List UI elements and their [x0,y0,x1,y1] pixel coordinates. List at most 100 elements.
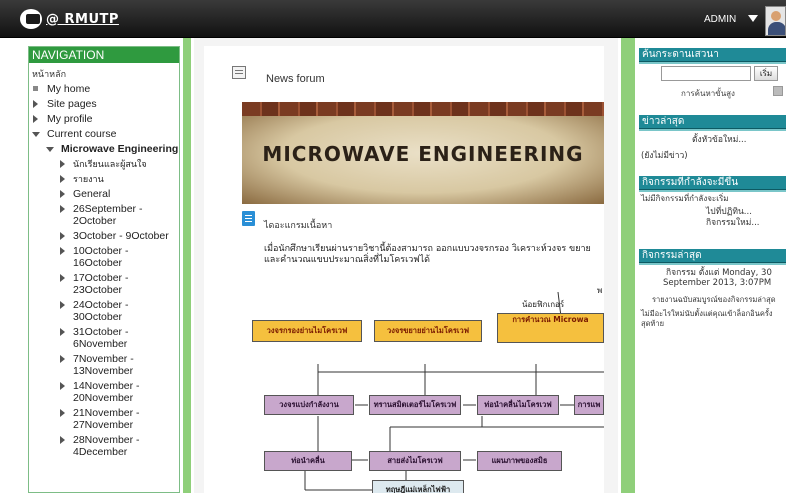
nav-item[interactable]: 26September - 2October [29,203,179,227]
nav-home-link[interactable]: หน้าหลัก [32,67,179,81]
chevron-right-icon [60,190,65,198]
chevron-right-icon [33,115,38,123]
caret-down-icon[interactable] [748,15,758,22]
document-icon [242,211,255,226]
chevron-right-icon [60,355,65,363]
nav-item[interactable]: General [29,188,179,200]
user-menu-label[interactable]: ADMIN [704,14,736,25]
chevron-right-icon [60,409,65,417]
chevron-right-icon [60,160,65,168]
add-topic-link[interactable]: ตั้งหัวข้อใหม่... [692,135,746,146]
nav-item[interactable]: 14November - 20November [29,380,179,404]
chevron-right-icon [60,232,65,240]
nothing-new-line2: สุดท้าย [641,319,664,328]
nav-item-label: 28November - 4December [73,434,140,458]
logo-text: @ RMUTP [46,11,119,27]
new-event-link[interactable]: กิจกรรมใหม่... [706,218,759,229]
chevron-down-icon [32,132,40,137]
diagram-box-calculation: การคำนวณ Microwa [497,313,604,343]
diagram-box-waveguide-mw: ท่อนำคลื่นไมโครเวฟ [477,395,559,415]
bullet-icon [33,86,38,91]
full-report-link[interactable]: รายงานฉบับสมบูรณ์ของกิจกรรมล่าสุด [652,294,776,305]
diagram-box-waveguide: ท่อนำคลื่น [264,451,352,471]
nav-item[interactable]: Microwave Engineering [29,143,179,155]
chevron-right-icon [60,274,65,282]
nav-item-label: 21November - 27November [73,407,140,431]
course-banner: MICROWAVE ENGINEERING [242,102,604,204]
nav-item-label: Site pages [47,98,97,110]
nav-item[interactable]: 28November - 4December [29,434,179,458]
nav-item[interactable]: 24October - 30October [29,299,179,323]
nav-item[interactable]: 17October - 23October [29,272,179,296]
diagram-box-transmitter: ทรานสมิตเตอร์ไมโครเวฟ [369,395,461,415]
course-section: News forum MICROWAVE ENGINEERING ไดอะแกร… [204,46,604,493]
nav-item-label: 3October - 9October [73,230,169,242]
diagram-box-transmission-line: สายส่งไมโครเวฟ [369,451,461,471]
diagram-box-power-divider: วงจรแบ่งกำลังงาน [264,395,354,415]
chevron-right-icon [33,100,38,108]
right-column [639,38,786,493]
search-button[interactable]: เริ่ม [754,66,778,81]
news-forum-link[interactable]: News forum [266,73,325,85]
chevron-right-icon [60,301,65,309]
left-gutter [183,38,191,493]
diagram-box-propagation: การแพ [574,395,604,415]
diagram-label-top: พ [597,286,603,295]
diagram-box-filter: วงจรกรองย่านไมโครเวฟ [252,320,362,342]
chevron-right-icon [60,436,65,444]
diagram-box-amplifier: วงจรขยายย่านไมโครเวฟ [374,320,482,342]
nav-item-label: 14November - 20November [73,380,140,404]
site-logo[interactable]: @ RMUTP [20,9,119,29]
nav-item[interactable]: Site pages [29,98,179,110]
nav-item[interactable]: 10October - 16October [29,245,179,269]
help-icon[interactable] [773,86,783,96]
chevron-right-icon [60,382,65,390]
recent-activity-title: กิจกรรมล่าสุด [639,249,786,265]
nav-item-label: 31October - 6November [73,326,129,350]
main-content: News forum MICROWAVE ENGINEERING ไดอะแกร… [194,38,618,493]
diagram-box-smith-chart: แผนภาพของสมิธ [477,451,562,471]
nav-item[interactable]: รายงาน [29,173,179,185]
forum-icon [232,66,246,79]
nav-item-label: General [73,188,111,200]
nav-item[interactable]: 21November - 27November [29,407,179,431]
banner-title: MICROWAVE ENGINEERING [262,142,584,166]
search-forums-title: ค้นกระดานเสวนา [639,48,786,64]
nav-item-label: รายงาน [73,174,104,184]
top-bar: @ RMUTP ADMIN [0,0,786,38]
no-news-text: (ยังไม่มีข่าว) [641,151,688,161]
nav-item[interactable]: My profile [29,113,179,125]
nav-item[interactable]: Current course [29,128,179,140]
latest-news-title: ข่าวล่าสุด [639,115,786,131]
chevron-right-icon [60,328,65,336]
course-description: เมื่อนักศึกษาเรียนผ่านรายวิชานี้ต้องสามา… [264,244,591,265]
nav-item[interactable]: 3October - 9October [29,230,179,242]
no-upcoming-text: ไม่มีกิจกรรมที่กำลังจะเริ่ม [641,194,729,203]
chevron-right-icon [60,247,65,255]
advanced-search-link[interactable]: การค้นหาขั้นสูง [681,87,735,100]
nav-item-label: Current course [47,128,117,140]
chevron-down-icon [46,147,54,152]
nav-list: My home Site pages My profile Current cours… [29,83,179,458]
nav-item-label: นักเรียนและผู้สนใจ [73,159,147,169]
avatar[interactable] [765,6,786,36]
nav-item-label: 17October - 23October [73,272,129,296]
right-gutter [621,38,635,493]
nav-item-label: My profile [47,113,93,125]
nav-item-label: Microwave Engineering [61,143,179,155]
recent-since-line2: September 2013, 3:07PM [663,278,772,288]
nav-item[interactable]: My home [29,83,179,95]
nav-item[interactable]: 31October - 6November [29,326,179,350]
search-input[interactable] [661,66,751,81]
nav-item[interactable]: 7November - 13November [29,353,179,377]
content-diagram: พ น้อยฟิกเกอร์ วงจรกรองย่านไมโครเวฟ วงจร… [242,275,604,493]
diagram-box-em-theory: ทฤษฎีแม่เหล็กไฟฟ้า [372,480,464,493]
nav-item[interactable]: นักเรียนและผู้สนใจ [29,158,179,170]
upcoming-events-title: กิจกรรมที่กำลังจะมีขึ้น [639,176,786,192]
nav-item-label: 7November - 13November [73,353,134,377]
goto-calendar-link[interactable]: ไปที่ปฏิทิน... [706,207,752,218]
diagram-label-diode: น้อยฟิกเกอร์ [522,300,565,309]
nav-item-label: 24October - 30October [73,299,129,323]
chevron-right-icon [60,175,65,183]
content-diagram-link[interactable]: ไดอะแกรมเนื้อหา [264,218,332,232]
